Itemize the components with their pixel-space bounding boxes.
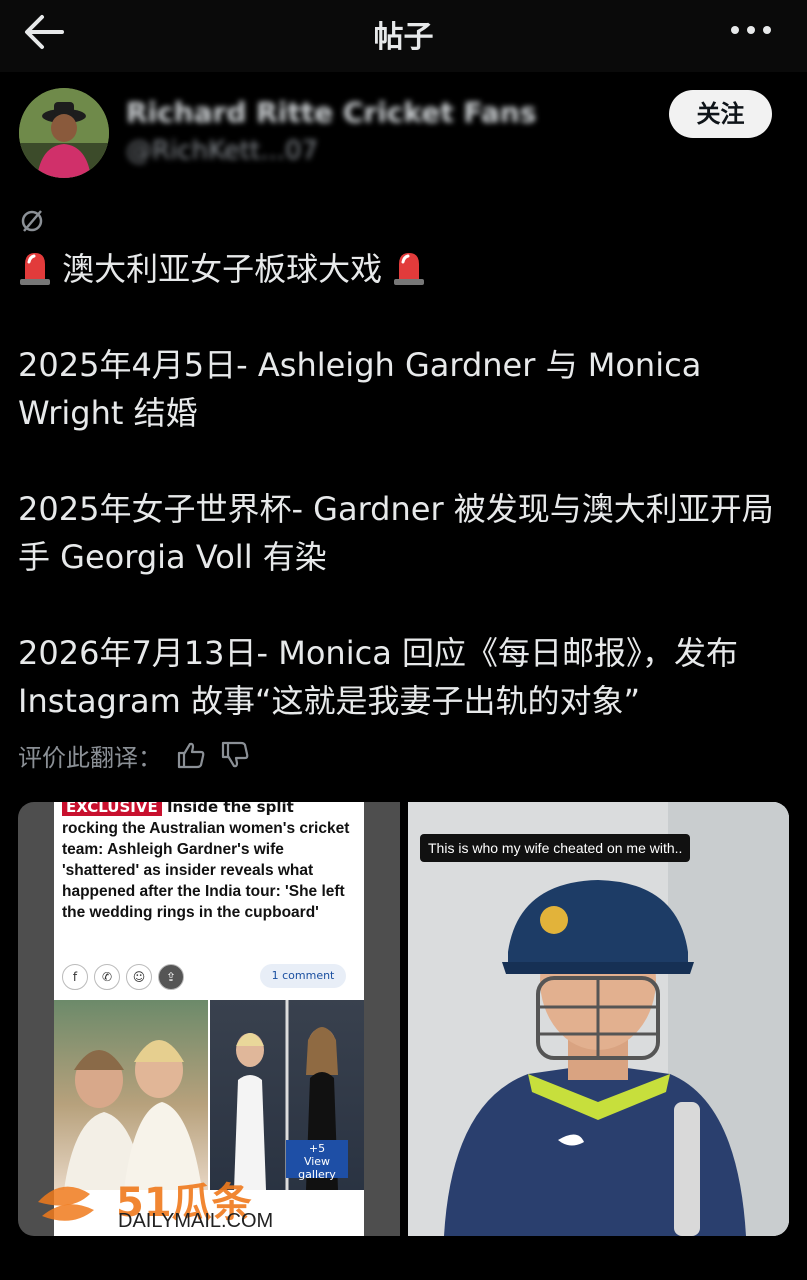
instagram-story-image[interactable]: This is who my wife cheated on me with.. xyxy=(408,802,789,1236)
cricketer-photo xyxy=(408,802,789,1236)
article-card: EXCLUSIVE Inside the split rocking the A… xyxy=(54,802,364,1236)
comment-count: 1 comment xyxy=(260,964,346,988)
post-paragraph-3: 2025年女子世界杯- Gardner 被发现与澳大利亚开局手 Georgia … xyxy=(18,490,774,576)
follow-button[interactable]: 关注 xyxy=(669,90,772,138)
article-tag-rest: Inside the split xyxy=(166,802,294,816)
whatsapp-icon: ✆ xyxy=(94,964,120,990)
story-caption: This is who my wife cheated on me with.. xyxy=(420,834,691,862)
exclusive-label: EXCLUSIVE xyxy=(62,802,162,816)
rate-translation: 评价此翻译： xyxy=(18,737,250,773)
post-line-1: 澳大利亚女子板球大戏 xyxy=(18,245,788,293)
view-gallery-button[interactable]: +5 View gallery xyxy=(286,1140,348,1181)
facebook-icon: f xyxy=(62,964,88,990)
top-bar: 帖子 xyxy=(0,0,807,72)
avatar[interactable] xyxy=(19,88,109,178)
media-grid: EXCLUSIVE Inside the split rocking the A… xyxy=(18,802,789,1236)
rate-translation-label: 评价此翻译： xyxy=(18,743,162,772)
article-screenshot-image[interactable]: EXCLUSIVE Inside the split rocking the A… xyxy=(18,802,400,1236)
gallery-count: +5 xyxy=(308,1142,326,1155)
post-body: 澳大利亚女子板球大戏 2025年4月5日- Ashleigh Gardner 与… xyxy=(18,245,788,773)
author-name-blurred: Richard Ritte Cricket Fans xyxy=(126,96,537,129)
thumbs-up-icon[interactable] xyxy=(176,740,206,770)
gallery-label: View gallery xyxy=(298,1155,336,1181)
article-source: DAILYMAIL.COM xyxy=(118,1210,274,1232)
thumbs-down-icon[interactable] xyxy=(220,740,250,770)
share-icon: ⇪ xyxy=(158,964,184,990)
article-headline: rocking the Australian women's cricket t… xyxy=(62,820,350,921)
author-handle-blurred: @RichKett...07 xyxy=(126,136,319,166)
more-dots-icon[interactable] xyxy=(729,22,773,38)
avatar-image xyxy=(19,88,109,178)
post-paragraph-4: 2026年7月13日- Monica 回应《每日邮报》，发布 Instagram… xyxy=(18,634,738,720)
snapchat-icon: ☺ xyxy=(126,964,152,990)
page-title: 帖子 xyxy=(373,20,434,55)
post-paragraph-2: 2025年4月5日- Ashleigh Gardner 与 Monica Wri… xyxy=(18,346,702,432)
article-tag: EXCLUSIVE Inside the split xyxy=(62,802,294,816)
slashed-circle-icon xyxy=(21,210,43,232)
couple-photo xyxy=(54,1000,208,1190)
post-headline: 澳大利亚女子板球大戏 xyxy=(62,250,383,288)
siren-emoji-icon xyxy=(20,253,50,285)
siren-emoji-icon xyxy=(394,253,425,285)
